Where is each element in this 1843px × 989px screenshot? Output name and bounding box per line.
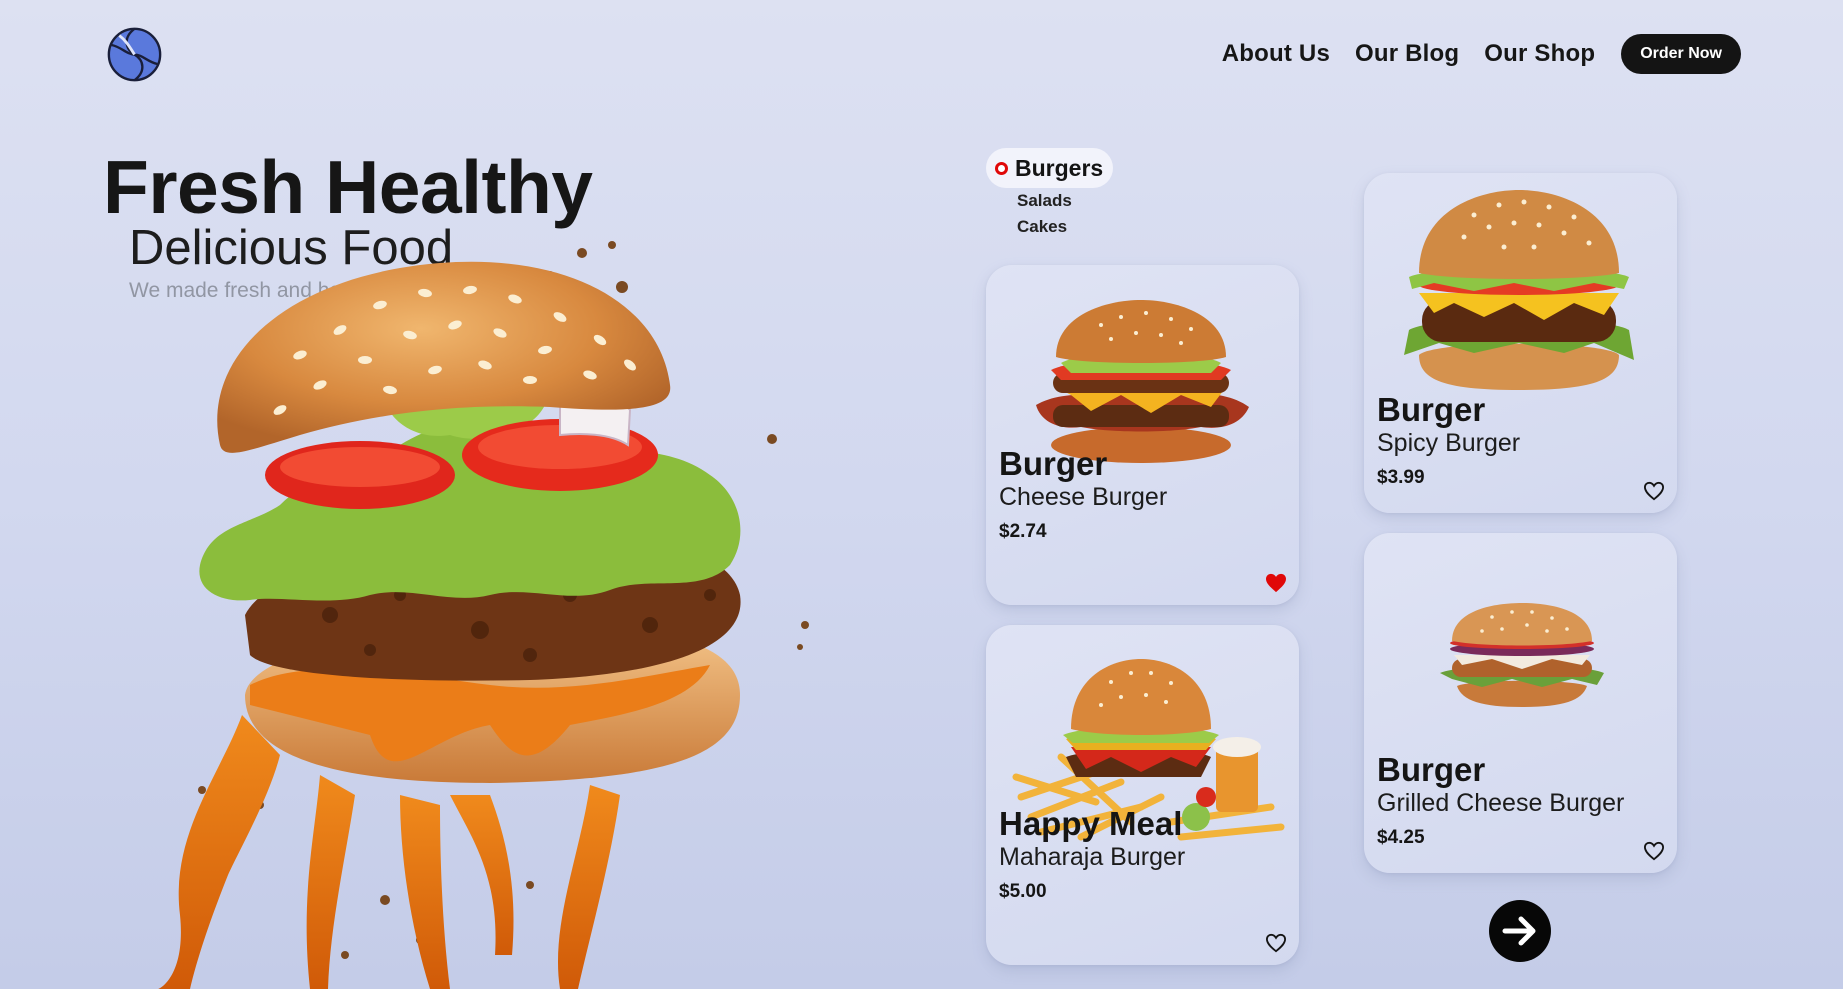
- heart-icon[interactable]: [1643, 481, 1665, 501]
- nav-about-us[interactable]: About Us: [1222, 40, 1330, 68]
- card-title: Burger: [999, 445, 1108, 482]
- category-cakes[interactable]: Cakes: [1017, 214, 1113, 240]
- product-card[interactable]: Burger Spicy Burger $3.99: [1364, 173, 1677, 513]
- card-name: Grilled Cheese Burger: [1377, 789, 1625, 817]
- card-price: $4.25: [1377, 827, 1425, 848]
- card-price: $5.00: [999, 881, 1047, 902]
- logo-icon[interactable]: [106, 26, 163, 83]
- card-title: Burger: [1377, 751, 1486, 788]
- card-price: $2.74: [999, 521, 1047, 542]
- nav-our-blog[interactable]: Our Blog: [1355, 40, 1459, 68]
- category-burgers[interactable]: Burgers: [986, 148, 1114, 188]
- category-salads[interactable]: Salads: [1017, 188, 1113, 214]
- card-price: $3.99: [1377, 467, 1425, 488]
- spicy-burger-image: [1404, 190, 1634, 390]
- nav-our-shop[interactable]: Our Shop: [1484, 40, 1595, 68]
- card-name: Cheese Burger: [999, 483, 1168, 511]
- card-name: Maharaja Burger: [999, 843, 1186, 871]
- hero-title: Fresh Healthy: [103, 145, 593, 229]
- heart-icon[interactable]: [1265, 933, 1287, 953]
- heart-icon[interactable]: [1643, 841, 1665, 861]
- next-arrow-button[interactable]: [1489, 900, 1551, 962]
- product-card[interactable]: Burger Cheese Burger $2.74: [986, 265, 1299, 605]
- product-card[interactable]: Happy Meal Maharaja Burger $5.00: [986, 625, 1299, 965]
- category-list: Burgers Salads Cakes: [986, 148, 1114, 240]
- arrow-right-icon: [1502, 916, 1536, 946]
- main-nav: About Us Our Blog Our Shop Order Now: [1222, 34, 1741, 74]
- card-title: Happy Meal: [999, 805, 1183, 842]
- active-dot-icon: [995, 161, 1008, 175]
- product-card[interactable]: Burger Grilled Cheese Burger $4.25: [1364, 533, 1677, 873]
- category-label: Burgers: [1015, 154, 1104, 181]
- order-now-button[interactable]: Order Now: [1621, 34, 1741, 74]
- card-name: Spicy Burger: [1377, 429, 1521, 457]
- heart-filled-icon[interactable]: [1265, 573, 1287, 593]
- cheese-burger-image: [1036, 300, 1249, 463]
- card-title: Burger: [1377, 391, 1486, 428]
- hero-burger-image: [158, 241, 809, 989]
- grilled-cheese-burger-image: [1440, 603, 1604, 707]
